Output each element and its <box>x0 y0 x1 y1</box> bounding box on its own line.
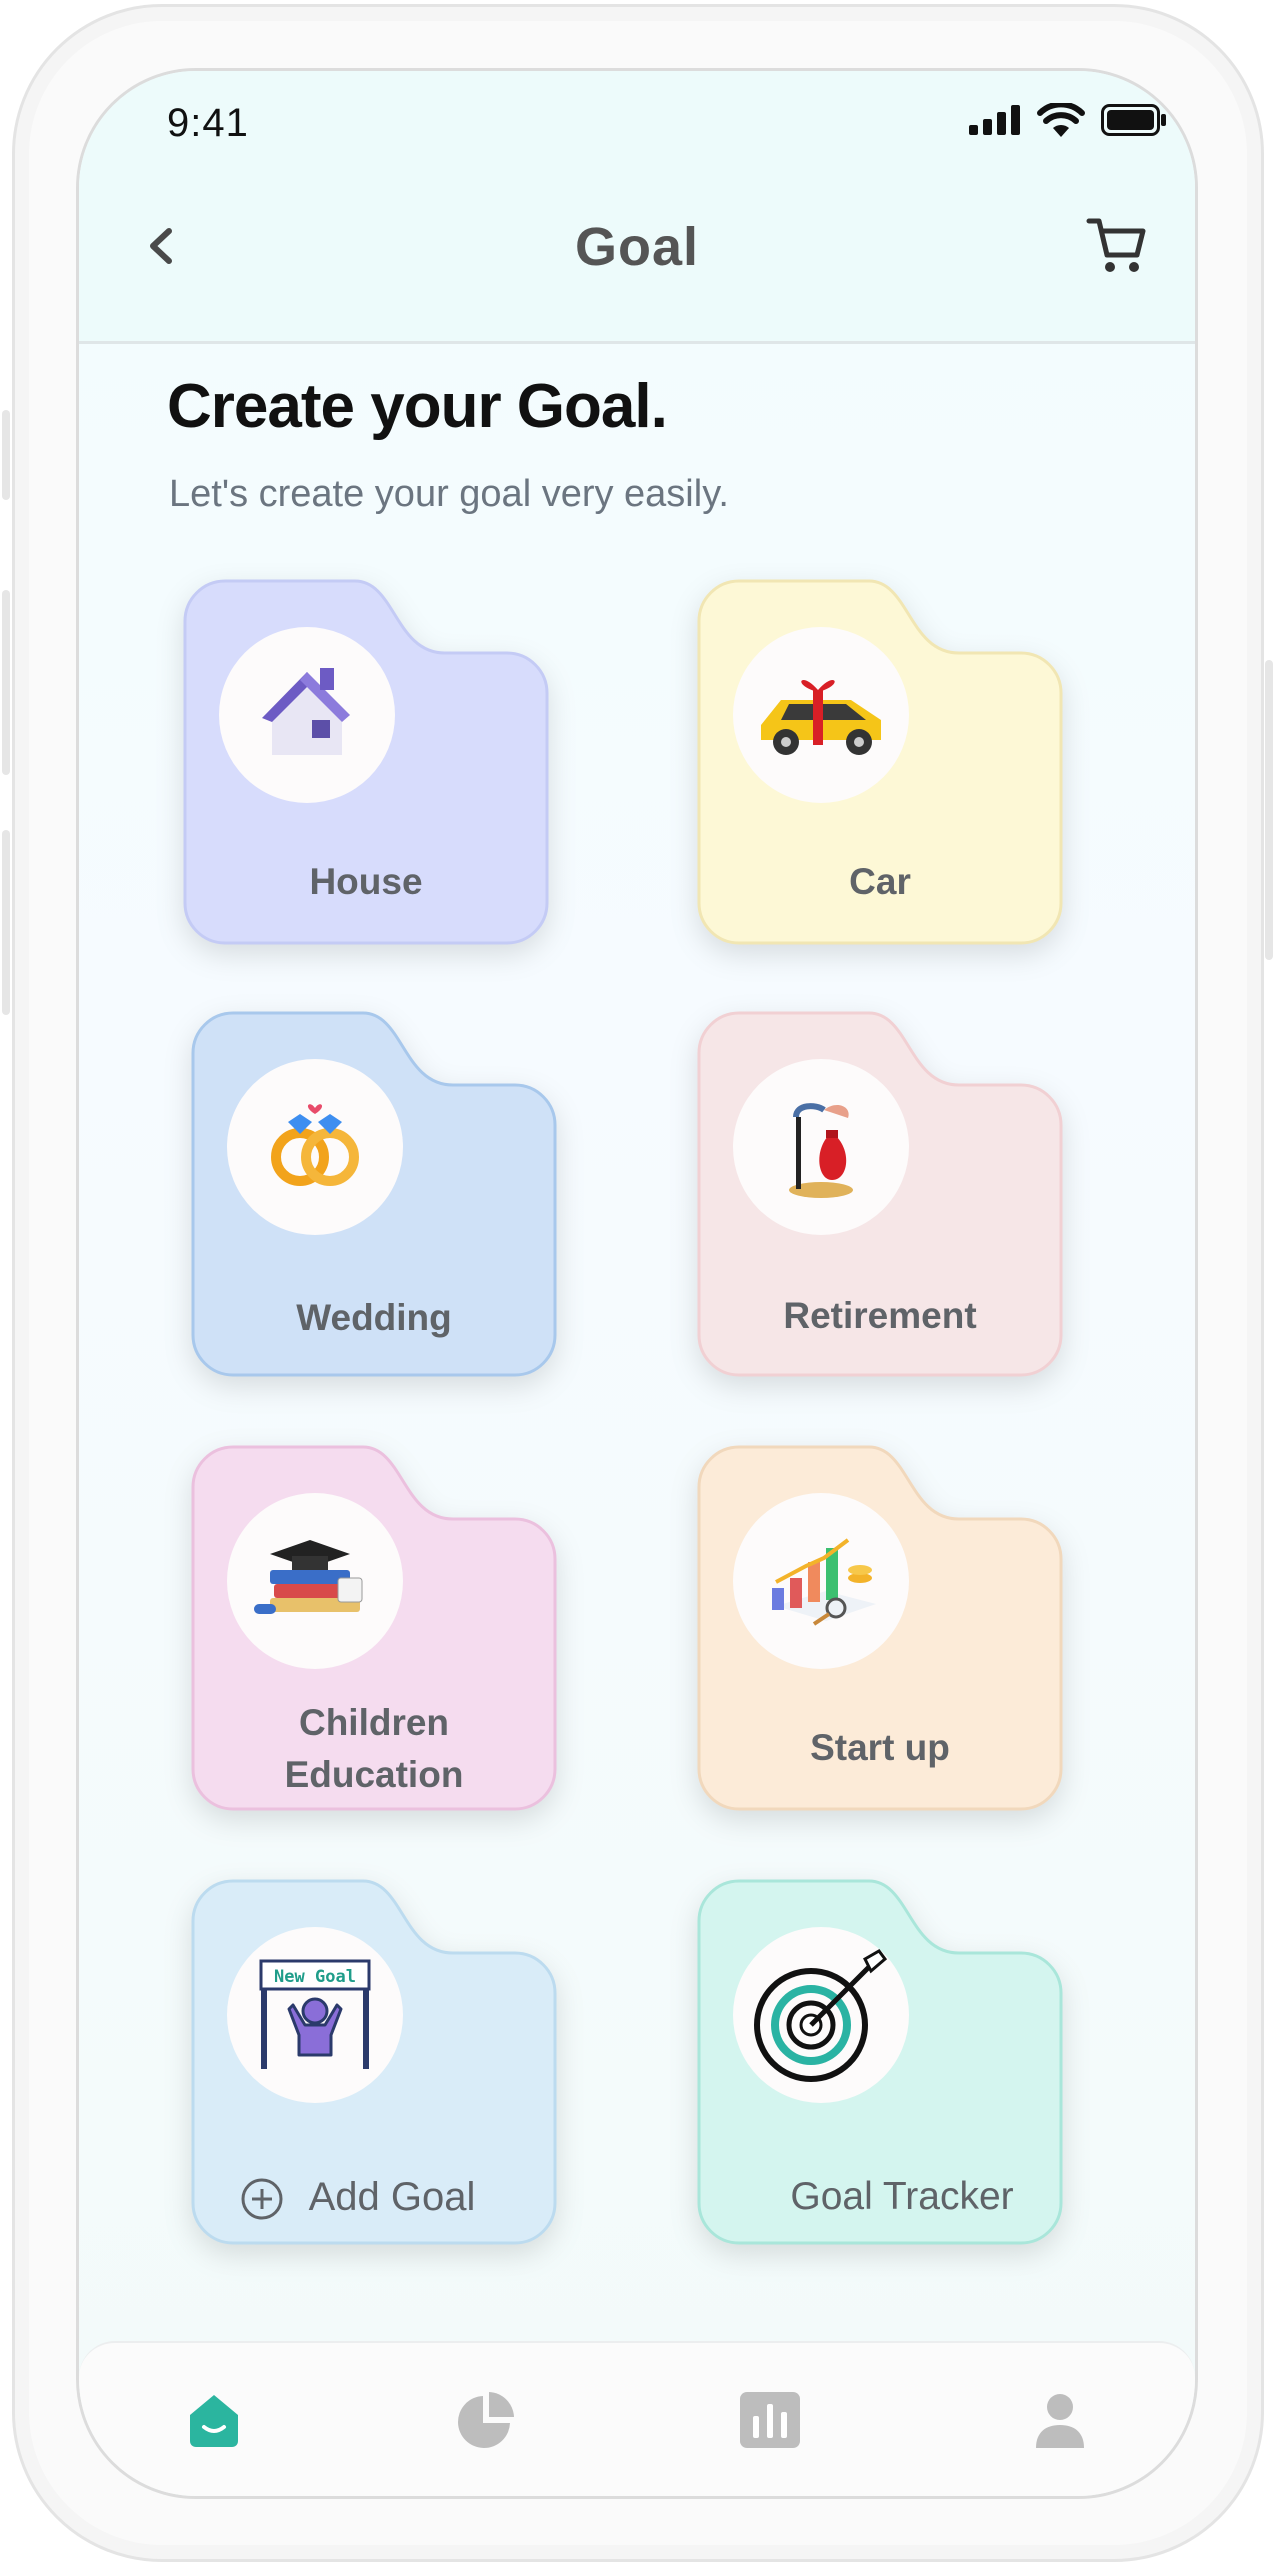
goal-card-children-education[interactable]: Children Education <box>191 1445 557 1811</box>
page-subheading: Let's create your goal very easily. <box>169 473 729 515</box>
top-bar: 9:41 Goal <box>79 71 1195 344</box>
home-icon <box>190 2395 238 2447</box>
target-icon <box>733 1927 909 2103</box>
goal-card-retirement[interactable]: Retirement <box>697 1011 1063 1377</box>
goal-label: Wedding <box>296 1297 452 1338</box>
nav-home[interactable] <box>179 2385 249 2455</box>
svg-text:New Goal: New Goal <box>274 1967 356 1987</box>
battery-icon <box>1101 104 1166 136</box>
power-button <box>1265 660 1273 960</box>
wedding-rings-icon <box>227 1059 403 1235</box>
page-heading: Create your Goal. <box>167 372 668 441</box>
status-time: 9:41 <box>167 101 249 145</box>
signal-icon <box>969 105 1020 135</box>
house-icon <box>219 627 395 803</box>
nav-portfolio[interactable] <box>451 2385 521 2455</box>
user-icon <box>1036 2394 1084 2448</box>
growth-chart-icon <box>733 1493 909 1669</box>
goal-card-goal-tracker[interactable]: Goal Tracker <box>697 1879 1063 2245</box>
goal-label: Goal Tracker <box>790 2175 1014 2218</box>
nav-stats[interactable] <box>735 2385 805 2455</box>
new-goal-icon: New Goal <box>227 1927 403 2103</box>
goal-label: Children Education <box>284 1702 464 1795</box>
goal-label: Car <box>849 861 911 902</box>
volume-up-button <box>2 590 10 775</box>
books-graduation-cap-icon <box>227 1493 403 1669</box>
goal-card-start-up[interactable]: Start up <box>697 1445 1063 1811</box>
cart-icon[interactable] <box>1085 213 1151 279</box>
mute-switch <box>2 410 10 500</box>
goal-label: House <box>309 861 423 902</box>
goal-card-wedding[interactable]: Wedding <box>191 1011 557 1377</box>
goal-card-add-goal[interactable]: New Goal Add Goal <box>191 1879 557 2245</box>
goal-label: Retirement <box>783 1295 977 1336</box>
gift-car-icon <box>733 627 909 803</box>
goal-label: Add Goal <box>308 2175 476 2219</box>
page-title: Goal <box>574 217 700 277</box>
goal-card-house[interactable]: House <box>183 579 549 945</box>
goal-label: Start up <box>810 1727 950 1768</box>
money-bag-icon <box>733 1059 909 1235</box>
pie-chart-icon <box>458 2392 514 2448</box>
goal-card-car[interactable]: Car <box>697 579 1063 945</box>
volume-down-button <box>2 830 10 1015</box>
nav-profile[interactable] <box>1025 2385 1095 2455</box>
bar-chart-icon <box>740 2392 800 2448</box>
bottom-nav <box>79 2341 1195 2496</box>
wifi-icon <box>1037 103 1085 137</box>
app-screen: 9:41 Goal Create your Goal. Let's create… <box>76 68 1198 2499</box>
status-icons <box>969 103 1167 137</box>
